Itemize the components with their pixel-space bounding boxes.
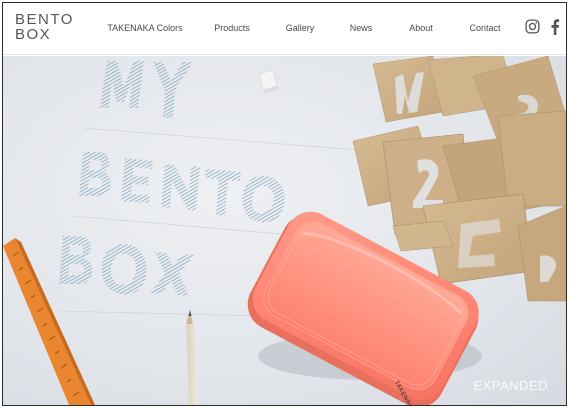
hero-scene	[3, 56, 566, 405]
eraser	[258, 69, 279, 93]
sketch-text-box	[59, 236, 194, 296]
nav-gallery[interactable]: Gallery	[286, 23, 315, 33]
brand-logo-line2: BOX	[15, 26, 52, 43]
brand-logo-line1: BENTO	[15, 11, 74, 28]
nav-contact[interactable]: Contact	[469, 23, 500, 33]
expanded-badge: EXPANDED	[473, 378, 548, 393]
instagram-icon[interactable]	[525, 19, 540, 34]
pencil	[186, 310, 198, 405]
nav-takenaka-colors[interactable]: TAKENAKA Colors	[107, 23, 182, 33]
site-header: BENTO BOX TAKENAKA Colors Products Galle…	[3, 3, 566, 55]
sketch-text-bento	[79, 152, 285, 223]
nav-products[interactable]: Products	[214, 23, 250, 33]
page-frame: BENTO BOX TAKENAKA Colors Products Galle…	[2, 2, 567, 406]
nav-about[interactable]: About	[409, 23, 433, 33]
nav-news[interactable]: News	[350, 23, 373, 33]
facebook-icon[interactable]	[550, 19, 560, 35]
sketch-text-my	[100, 61, 193, 118]
brand-logo[interactable]: BENTO BOX	[15, 11, 74, 43]
hero-image: TAKENAKA EXPANDED	[3, 56, 566, 405]
